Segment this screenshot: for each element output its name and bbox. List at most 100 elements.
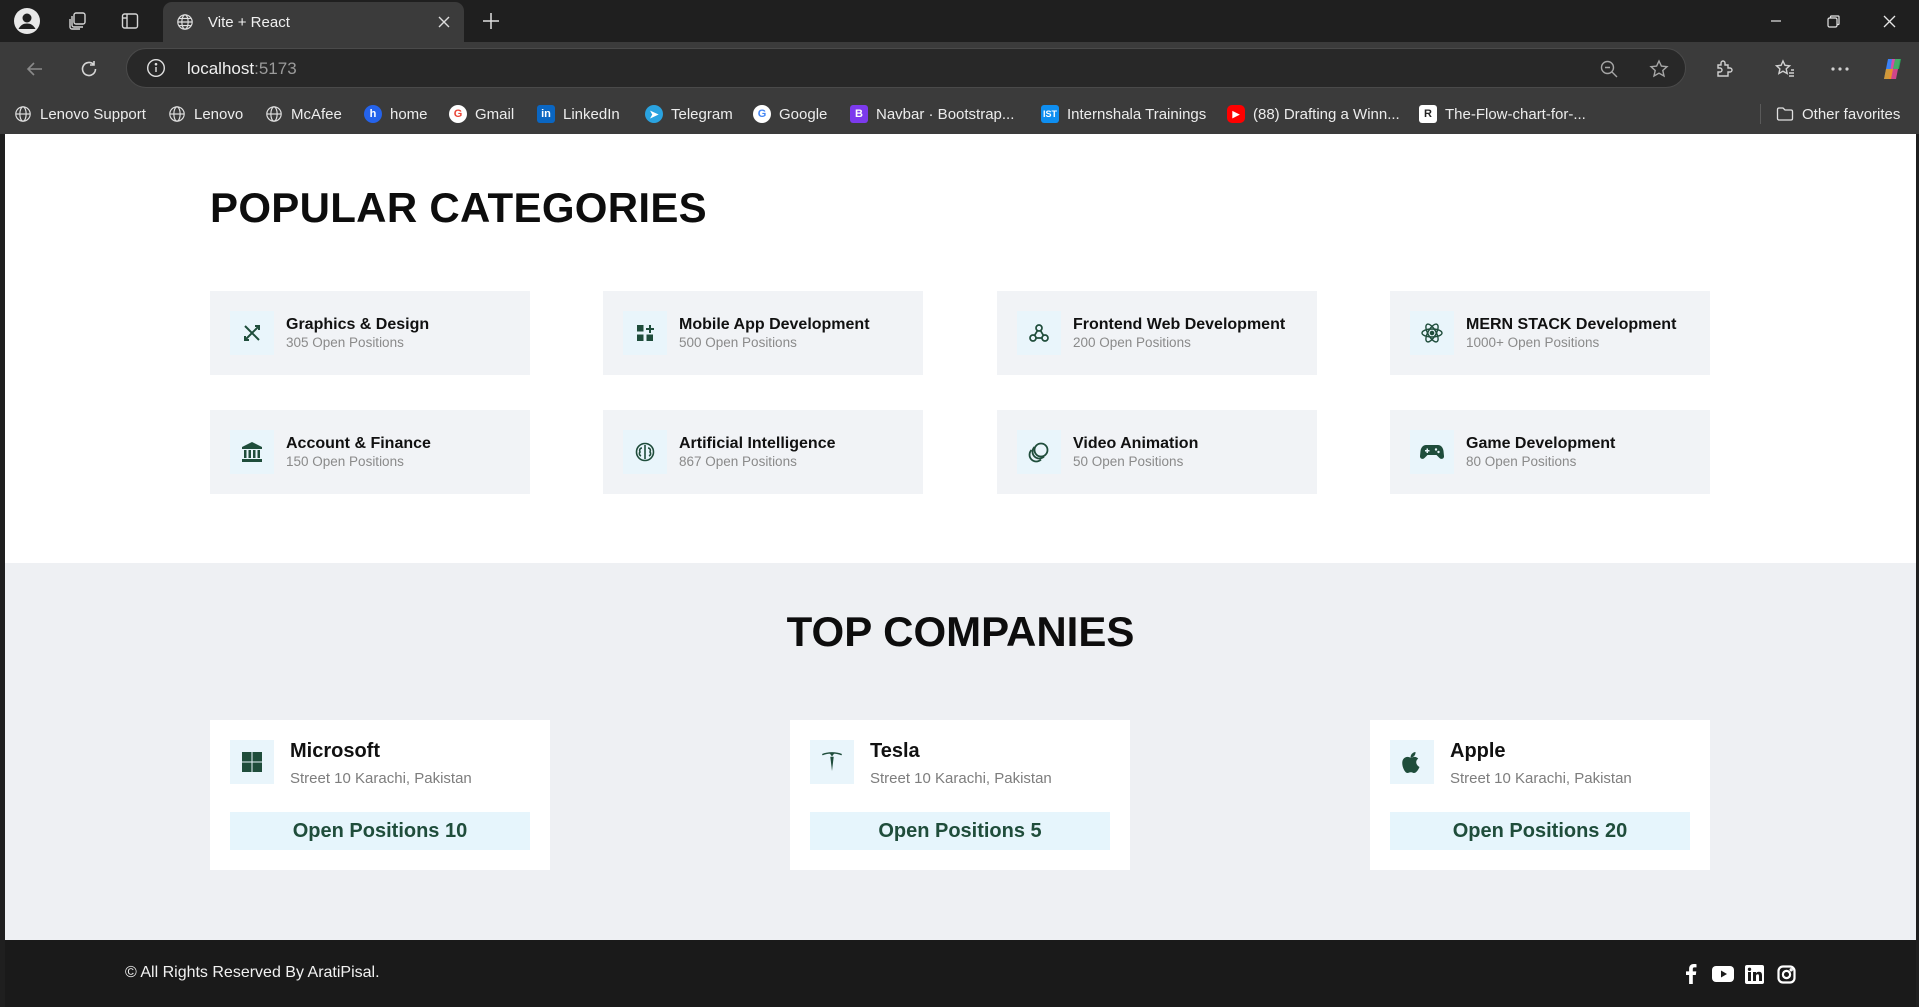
bookmark-flowchart[interactable]: R The-Flow-chart-for-... bbox=[1419, 94, 1586, 134]
youtube-icon: ▶ bbox=[1227, 105, 1245, 123]
workspaces-icon[interactable] bbox=[64, 7, 92, 35]
category-name: MERN STACK Development bbox=[1466, 316, 1677, 333]
company-location: Street 10 Karachi, Pakistan bbox=[290, 770, 472, 787]
home-favicon-icon: h bbox=[364, 105, 382, 123]
category-name: Account & Finance bbox=[286, 435, 431, 452]
open-positions-button[interactable]: Open Positions 5 bbox=[810, 812, 1110, 850]
bookmarks-divider bbox=[1760, 104, 1761, 124]
company-card-tesla: Tesla Street 10 Karachi, Pakistan Open P… bbox=[790, 720, 1130, 870]
copilot-icon[interactable] bbox=[1878, 54, 1908, 84]
bookmark-google[interactable]: G Google bbox=[753, 94, 827, 134]
reload-icon[interactable] bbox=[74, 54, 104, 84]
category-name: Mobile App Development bbox=[679, 316, 870, 333]
open-positions-button[interactable]: Open Positions 20 bbox=[1390, 812, 1690, 850]
linkedin-icon: in bbox=[537, 105, 555, 123]
profile-icon[interactable] bbox=[13, 7, 41, 35]
category-name: Game Development bbox=[1466, 435, 1616, 452]
category-count: 200 Open Positions bbox=[1073, 335, 1191, 350]
category-name: Frontend Web Development bbox=[1073, 316, 1286, 333]
close-icon[interactable] bbox=[432, 10, 456, 34]
category-card-mobile-app[interactable]: Mobile App Development 500 Open Position… bbox=[603, 291, 923, 375]
page-viewport: POPULAR CATEGORIES Graphics & Design 305… bbox=[5, 134, 1916, 1007]
window-close-icon[interactable] bbox=[1866, 6, 1912, 36]
bookmark-lenovo[interactable]: Lenovo bbox=[168, 94, 243, 134]
apple-logo-icon bbox=[1390, 740, 1434, 784]
category-count: 150 Open Positions bbox=[286, 454, 404, 469]
company-name: Apple bbox=[1450, 740, 1506, 762]
category-count: 50 Open Positions bbox=[1073, 454, 1184, 469]
replit-icon: R bbox=[1419, 105, 1437, 123]
category-card-ai[interactable]: Artificial Intelligence 867 Open Positio… bbox=[603, 410, 923, 494]
internshala-icon: IST bbox=[1041, 105, 1059, 123]
microsoft-logo-icon bbox=[230, 740, 274, 784]
open-positions-button[interactable]: Open Positions 10 bbox=[230, 812, 530, 850]
company-name: Microsoft bbox=[290, 740, 380, 762]
bookmark-internshala[interactable]: IST Internshala Trainings bbox=[1041, 94, 1206, 134]
folder-icon bbox=[1776, 105, 1794, 123]
bookmark-mcafee[interactable]: McAfee bbox=[265, 94, 342, 134]
bookmark-gmail[interactable]: G Gmail bbox=[449, 94, 514, 134]
extensions-icon[interactable] bbox=[1709, 54, 1739, 84]
youtube-icon[interactable] bbox=[1711, 962, 1735, 986]
categories-title: POPULAR CATEGORIES bbox=[210, 184, 707, 231]
copyright-text: © All Rights Reserved By AratiPisal. bbox=[125, 964, 380, 981]
category-count: 305 Open Positions bbox=[286, 335, 404, 350]
category-count: 500 Open Positions bbox=[679, 335, 797, 350]
category-card-video-animation[interactable]: Video Animation 50 Open Positions bbox=[997, 410, 1317, 494]
category-count: 80 Open Positions bbox=[1466, 454, 1577, 469]
category-card-account-finance[interactable]: Account & Finance 150 Open Positions bbox=[210, 410, 530, 494]
bookmark-telegram[interactable]: ➤ Telegram bbox=[645, 94, 733, 134]
restore-icon[interactable] bbox=[1810, 6, 1856, 36]
bookmark-bootstrap[interactable]: B Navbar · Bootstrap... bbox=[850, 94, 1014, 134]
companies-title: TOP COMPANIES bbox=[786, 608, 1135, 655]
category-count: 867 Open Positions bbox=[679, 454, 797, 469]
bookmarks-bar: Lenovo Support Lenovo McAfee h home G Gm… bbox=[0, 94, 1919, 134]
category-card-game-dev[interactable]: Game Development 80 Open Positions bbox=[1390, 410, 1710, 494]
bookmark-lenovo-support[interactable]: Lenovo Support bbox=[14, 94, 146, 134]
browser-tab-bar: Vite + React bbox=[0, 0, 1919, 42]
category-card-mern[interactable]: MERN STACK Development 1000+ Open Positi… bbox=[1390, 291, 1710, 375]
minimize-icon[interactable] bbox=[1753, 6, 1799, 36]
favorites-icon[interactable] bbox=[1770, 54, 1800, 84]
popular-categories-section: POPULAR CATEGORIES Graphics & Design 305… bbox=[5, 134, 1916, 563]
webhook-icon bbox=[1017, 311, 1061, 355]
category-card-frontend[interactable]: Frontend Web Development 200 Open Positi… bbox=[997, 291, 1317, 375]
url-text: localhost:5173 bbox=[187, 59, 297, 78]
category-name: Graphics & Design bbox=[286, 316, 430, 333]
facebook-icon[interactable] bbox=[1679, 962, 1703, 986]
tab-actions-icon[interactable] bbox=[116, 7, 144, 35]
site-info-icon[interactable] bbox=[145, 57, 167, 79]
page-footer: © All Rights Reserved By AratiPisal. bbox=[5, 940, 1916, 1007]
bookmark-home[interactable]: h home bbox=[364, 94, 428, 134]
category-card-graphics-design[interactable]: Graphics & Design 305 Open Positions bbox=[210, 291, 530, 375]
globe-icon bbox=[168, 105, 186, 123]
back-icon[interactable] bbox=[20, 54, 50, 84]
tesla-logo-icon bbox=[810, 740, 854, 784]
zoom-out-icon[interactable] bbox=[1597, 57, 1621, 81]
instagram-icon[interactable] bbox=[1774, 962, 1798, 986]
company-card-apple: Apple Street 10 Karachi, Pakistan Open P… bbox=[1370, 720, 1710, 870]
animation-rings-icon bbox=[1017, 430, 1061, 474]
more-menu-icon[interactable] bbox=[1825, 54, 1855, 84]
globe-icon bbox=[265, 105, 283, 123]
bookmark-youtube[interactable]: ▶ (88) Drafting a Winn... bbox=[1227, 94, 1400, 134]
bookmark-linkedin[interactable]: in LinkedIn bbox=[537, 94, 620, 134]
google-icon: G bbox=[449, 105, 467, 123]
favorite-star-icon[interactable] bbox=[1647, 57, 1671, 81]
company-location: Street 10 Karachi, Pakistan bbox=[1450, 770, 1632, 787]
globe-icon bbox=[14, 105, 32, 123]
new-tab-icon[interactable] bbox=[477, 7, 505, 35]
address-bar[interactable]: localhost:5173 bbox=[126, 48, 1686, 88]
company-card-microsoft: Microsoft Street 10 Karachi, Pakistan Op… bbox=[210, 720, 550, 870]
react-atom-icon bbox=[1410, 311, 1454, 355]
tab-active[interactable]: Vite + React bbox=[163, 2, 464, 42]
google-icon: G bbox=[753, 105, 771, 123]
category-name: Artificial Intelligence bbox=[679, 435, 836, 452]
bookmark-other-favorites[interactable]: Other favorites bbox=[1776, 94, 1900, 134]
gamepad-icon bbox=[1410, 430, 1454, 474]
tab-title: Vite + React bbox=[208, 13, 290, 31]
company-location: Street 10 Karachi, Pakistan bbox=[870, 770, 1052, 787]
bootstrap-icon: B bbox=[850, 105, 868, 123]
linkedin-icon[interactable] bbox=[1742, 962, 1766, 986]
top-companies-section: TOP COMPANIES Microsoft Street 10 Karach… bbox=[5, 563, 1916, 940]
